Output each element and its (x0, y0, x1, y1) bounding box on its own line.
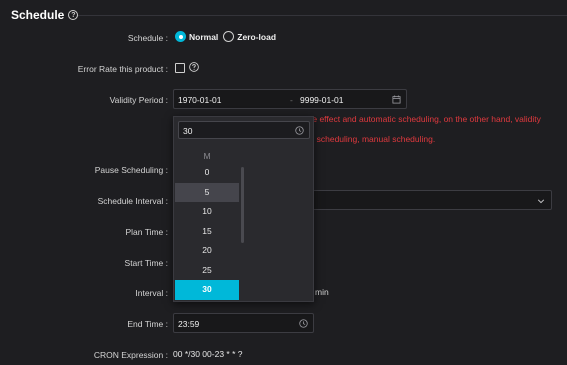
schedule-interval-select[interactable] (310, 190, 552, 210)
radio-normal-label: Normal (189, 31, 219, 42)
cron-expression-value: 00 */30 00-23 * * ? (173, 349, 243, 359)
error-rate-label: Error Rate this product : (77, 64, 168, 74)
radio-normal[interactable]: Normal (175, 31, 218, 42)
section-divider (78, 15, 567, 16)
validity-period-label: Validity Period : (109, 95, 168, 105)
pause-scheduling-label: Pause Scheduling : (94, 165, 168, 175)
error-rate-checkbox[interactable] (175, 63, 185, 73)
minute-picker-dropdown: 30 M 0 5 10 15 20 25 30 (173, 116, 314, 302)
validity-end-input[interactable]: 9999-01-01 (300, 95, 343, 105)
minute-option[interactable]: 25 (175, 261, 239, 281)
minute-list-scrollbar[interactable] (241, 167, 244, 243)
help-icon[interactable]: ? (68, 10, 79, 20)
schedule-label: Schedule : (127, 33, 168, 43)
minute-column-header: M (203, 151, 211, 161)
radio-zero-load-dot[interactable] (223, 31, 235, 42)
help-icon[interactable] (189, 62, 199, 72)
radio-zero-load-label: Zero-load (237, 31, 277, 42)
clock-icon[interactable] (299, 319, 308, 328)
validity-start-input[interactable]: 1970-01-01 (178, 95, 221, 105)
interval-unit: min (315, 287, 329, 297)
minute-option[interactable]: 30 (175, 280, 239, 300)
validity-error-line-1: te effect and automatic scheduling, on t… (310, 114, 541, 124)
section-title: Schedule (11, 8, 65, 22)
interval-label: Interval : (135, 288, 168, 298)
schedule-radio-group: Normal Zero-load (175, 31, 276, 42)
end-time-label: End Time : (127, 319, 168, 329)
chevron-down-icon[interactable] (537, 197, 545, 205)
minute-option[interactable]: 10 (175, 202, 239, 222)
clock-icon[interactable] (295, 126, 304, 135)
end-time-input[interactable]: 23:59 (173, 313, 314, 333)
minute-option[interactable]: 0 (175, 163, 239, 183)
range-separator: - (290, 95, 293, 105)
end-time-value: 23:59 (178, 319, 200, 329)
start-time-label: Start Time : (124, 258, 168, 268)
radio-normal-dot[interactable] (175, 31, 186, 42)
section-header: Schedule ? (11, 8, 79, 22)
validity-error-line-2: c scheduling, manual scheduling. (310, 134, 436, 144)
minute-option[interactable]: 5 (175, 182, 239, 202)
minute-option-list: 0 5 10 15 20 25 30 (175, 163, 239, 300)
schedule-interval-label: Schedule Interval : (97, 196, 168, 206)
radio-zero-load[interactable]: Zero-load (223, 31, 276, 42)
minute-option[interactable]: 15 (175, 222, 239, 242)
minute-picker-input-value: 30 (183, 126, 193, 136)
calendar-icon[interactable] (392, 95, 401, 104)
minute-picker-input[interactable]: 30 (178, 121, 310, 139)
plan-time-label: Plan Time : (125, 227, 168, 237)
minute-option[interactable]: 20 (175, 241, 239, 261)
validity-range-picker[interactable]: 1970-01-01 - 9999-01-01 (173, 89, 407, 109)
cron-expression-label: CRON Expression : (93, 350, 168, 360)
